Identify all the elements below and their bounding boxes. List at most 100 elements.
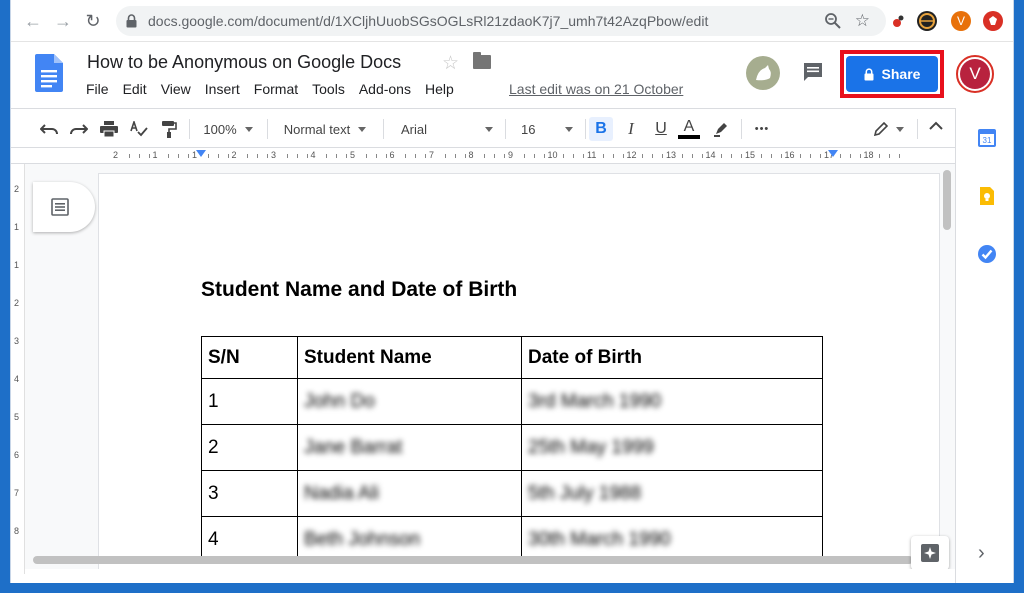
menu-insert[interactable]: Insert — [205, 81, 240, 101]
bold-button[interactable]: B — [589, 117, 613, 141]
anonymous-animal-avatar[interactable] — [746, 56, 780, 90]
menu-add-ons[interactable]: Add-ons — [359, 81, 411, 101]
paragraph-style-dropdown[interactable]: Normal text — [273, 117, 377, 141]
document-outline-button[interactable] — [33, 182, 95, 232]
spellcheck-icon[interactable] — [127, 117, 151, 141]
document-page[interactable]: Student Name and Date of Birth S/N Stude… — [99, 174, 939, 569]
zoom-icon[interactable] — [824, 12, 842, 30]
last-edit-link[interactable]: Last edit was on 21 October — [509, 81, 683, 97]
table-cell-blurred[interactable]: Nadia Ali — [297, 470, 522, 517]
side-panel: 31 › — [955, 108, 1013, 583]
student-table[interactable]: S/N Student Name Date of Birth 1 John Do… — [201, 336, 823, 563]
menu-view[interactable]: View — [161, 81, 191, 101]
table-cell-blurred[interactable]: 25th May 1999 — [521, 424, 823, 471]
horizontal-ruler[interactable]: 2 1 1 2 3 4 5 6 7 8 9 10 11 12 13 14 15 16 17 18 — [11, 148, 955, 164]
extension-shield-icon[interactable] — [983, 11, 1003, 31]
table-cell-blurred[interactable]: 5th July 1988 — [521, 470, 823, 517]
reload-icon[interactable]: ↻ — [83, 11, 103, 31]
ruler-tick — [365, 154, 367, 158]
table-header-cell[interactable]: Date of Birth — [521, 336, 823, 379]
more-options-button[interactable]: ••• — [749, 117, 775, 141]
forward-icon[interactable]: → — [53, 11, 73, 31]
ruler-tick — [375, 154, 377, 158]
table-header-cell[interactable]: Student Name — [297, 336, 522, 379]
menu-help[interactable]: Help — [425, 81, 454, 101]
menu-tools[interactable]: Tools — [312, 81, 345, 101]
table-cell-blurred[interactable]: John Do — [297, 378, 522, 425]
ruler-tick — [543, 154, 545, 158]
editing-mode-dropdown[interactable] — [871, 117, 907, 141]
vertical-ruler-number: 5 — [14, 412, 20, 422]
toolbar-divider — [585, 119, 586, 139]
comment-icon[interactable] — [802, 61, 824, 83]
menu-edit[interactable]: Edit — [123, 81, 147, 101]
address-bar[interactable]: docs.google.com/document/d/1XCljhUuobSGs… — [116, 6, 886, 36]
star-icon[interactable]: ☆ — [442, 52, 459, 75]
vertical-scrollbar[interactable] — [943, 170, 951, 230]
style-value: Normal text — [283, 121, 351, 137]
menu-format[interactable]: Format — [254, 81, 298, 101]
left-indent-marker[interactable] — [196, 150, 206, 157]
ruler-number: 3 — [271, 150, 277, 160]
document-heading[interactable]: Student Name and Date of Birth — [201, 278, 517, 302]
document-title[interactable]: How to be Anonymous on Google Docs — [87, 52, 401, 73]
right-indent-marker[interactable] — [828, 150, 838, 157]
ruler-tick — [691, 154, 693, 158]
zoom-dropdown[interactable]: 100% — [197, 117, 259, 141]
ruler-tick — [533, 154, 535, 158]
redo-icon[interactable] — [67, 117, 91, 141]
menu-file[interactable]: File — [86, 81, 109, 101]
calendar-icon[interactable]: 31 — [977, 128, 997, 148]
url-text: docs.google.com/document/d/1XCljhUuobSGs… — [148, 13, 709, 29]
browser-window: ← → ↻ docs.google.com/document/d/1XCljhU… — [10, 0, 1014, 583]
folder-icon[interactable] — [473, 52, 491, 69]
table-cell[interactable]: 3 — [201, 470, 298, 517]
account-avatar[interactable]: V — [956, 55, 994, 93]
bookmark-star-icon[interactable]: ☆ — [855, 11, 870, 31]
keep-icon[interactable] — [977, 186, 997, 206]
table-header-cell[interactable]: S/N — [201, 336, 298, 379]
ruler-tick — [810, 154, 812, 158]
calendar-day: 31 — [983, 136, 992, 145]
undo-icon[interactable] — [37, 117, 61, 141]
text-color-button[interactable]: A — [677, 117, 701, 141]
ruler-tick — [306, 154, 308, 158]
extension-globe-icon[interactable] — [917, 11, 937, 31]
table-cell[interactable]: 2 — [201, 424, 298, 471]
paint-format-icon[interactable] — [157, 117, 181, 141]
zoom-value: 100% — [203, 121, 237, 137]
font-dropdown[interactable]: Arial — [391, 117, 497, 141]
back-icon[interactable]: ← — [23, 11, 43, 31]
docs-logo-icon[interactable] — [35, 54, 63, 92]
print-icon[interactable] — [97, 117, 121, 141]
collapse-toolbar-icon[interactable] — [929, 117, 943, 133]
vertical-ruler-number: 1 — [14, 222, 20, 232]
ruler-tick — [207, 154, 209, 158]
ruler-tick — [859, 154, 861, 158]
ruler-tick — [484, 154, 486, 158]
table-cell[interactable]: 1 — [201, 378, 298, 425]
explore-button[interactable] — [911, 536, 949, 569]
share-button[interactable]: Share — [846, 56, 938, 92]
chevron-right-icon[interactable]: › — [978, 542, 985, 565]
extension-icon[interactable] — [889, 11, 909, 31]
table-cell-blurred[interactable]: Jane Barrat — [297, 424, 522, 471]
ruler-tick — [770, 154, 772, 158]
toolbar-divider — [383, 119, 384, 139]
vertical-ruler[interactable]: 2 1 1 2 3 4 5 6 7 8 — [11, 164, 25, 574]
ruler-tick — [286, 154, 288, 158]
table-cell-blurred[interactable]: 3rd March 1990 — [521, 378, 823, 425]
ruler-tick — [899, 154, 901, 158]
underline-button[interactable]: U — [649, 117, 673, 141]
font-size-dropdown[interactable]: 16 — [511, 117, 577, 141]
font-size-value: 16 — [521, 121, 536, 137]
ruler-tick — [346, 154, 348, 158]
highlight-pen-icon[interactable] — [709, 117, 733, 141]
share-label: Share — [881, 66, 921, 82]
profile-avatar[interactable]: V — [951, 11, 971, 31]
italic-button[interactable]: I — [619, 117, 643, 141]
tasks-icon[interactable] — [977, 244, 997, 264]
horizontal-scrollbar[interactable] — [33, 556, 913, 564]
ruler-tick — [652, 154, 654, 158]
chevron-down-icon — [358, 126, 367, 132]
